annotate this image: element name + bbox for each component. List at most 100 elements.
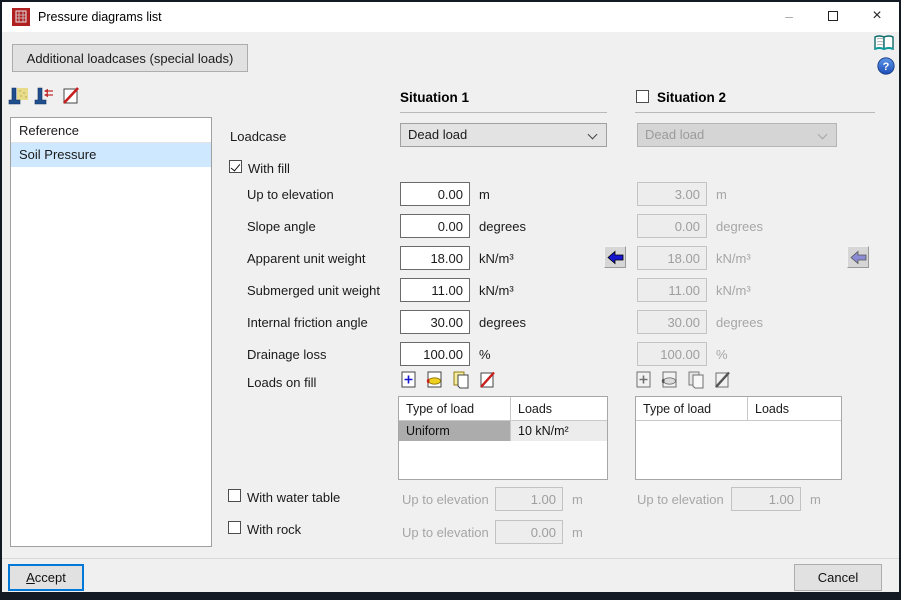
edit-icon-disabled xyxy=(661,371,679,389)
loadcase-label: Loadcase xyxy=(230,129,287,144)
submerged-unit-weight-label: Submerged unit weight xyxy=(247,283,380,298)
accept-button[interactable]: Accept xyxy=(8,564,84,591)
col-loads: Loads xyxy=(755,402,790,416)
accept-label: Accept xyxy=(26,570,66,585)
add-icon-disabled xyxy=(635,371,653,389)
title-bar: Pressure diagrams list – × xyxy=(2,2,899,32)
submerged-unit-weight-input-s1[interactable] xyxy=(400,278,470,302)
drainage-loss-label: Drainage loss xyxy=(247,347,327,362)
situation2-title: Situation 2 xyxy=(657,90,727,105)
wall-pressure-icon[interactable] xyxy=(34,86,56,106)
loads-table-s1: Type of load Loads Uniform 10 kN/m² xyxy=(398,396,608,480)
up-to-elevation-input-s2 xyxy=(637,182,707,206)
with-rock-checkbox[interactable] xyxy=(228,521,241,534)
up-to-elevation-unit-s2: m xyxy=(716,187,727,202)
cancel-button[interactable]: Cancel xyxy=(794,564,882,591)
loads-table-header: Type of load Loads xyxy=(636,397,841,421)
edit-icon[interactable] xyxy=(426,371,444,389)
internal-friction-angle-unit-s1: degrees xyxy=(479,315,526,330)
internal-friction-angle-unit-s2: degrees xyxy=(716,315,763,330)
up-to-elevation-input-s1[interactable] xyxy=(400,182,470,206)
slope-angle-label: Slope angle xyxy=(247,219,316,234)
with-fill-label: With fill xyxy=(248,161,290,176)
apparent-unit-weight-unit-s2: kN/m³ xyxy=(716,251,751,266)
maximize-button[interactable] xyxy=(811,2,855,32)
copy-from-right-button-s1[interactable] xyxy=(604,246,626,268)
col-type-of-load: Type of load xyxy=(399,397,511,420)
delete-icon-disabled xyxy=(713,371,731,389)
additional-loadcases-button[interactable]: Additional loadcases (special loads) xyxy=(12,44,248,72)
water-up-to-elevation-label-s1: Up to elevation xyxy=(402,492,489,507)
drainage-loss-unit-s2: % xyxy=(716,347,728,362)
with-rock-label: With rock xyxy=(247,522,302,537)
svg-text:?: ? xyxy=(883,61,890,73)
rock-up-to-elevation-unit-s1: m xyxy=(572,525,583,540)
chevron-down-icon xyxy=(817,129,828,140)
loadcase-value-s1: Dead load xyxy=(408,127,468,142)
footer-separator xyxy=(2,558,899,559)
apparent-unit-weight-label: Apparent unit weight xyxy=(247,251,366,266)
with-water-table-label: With water table xyxy=(247,490,341,505)
list-header-reference: Reference xyxy=(11,118,211,143)
situation1-title: Situation 1 xyxy=(400,90,470,105)
water-up-to-elevation-input-s1 xyxy=(495,487,563,511)
water-up-to-elevation-unit-s1: m xyxy=(572,492,583,507)
delete-icon[interactable] xyxy=(478,371,496,389)
internal-friction-angle-label: Internal friction angle xyxy=(247,315,368,330)
rock-up-to-elevation-input-s1 xyxy=(495,520,563,544)
table-row-uniform[interactable]: Uniform 10 kN/m² xyxy=(399,421,607,441)
drainage-loss-input-s1[interactable] xyxy=(400,342,470,366)
window-title: Pressure diagrams list xyxy=(38,10,162,24)
loads-table-header: Type of load Loads xyxy=(399,397,607,421)
up-to-elevation-unit-s1: m xyxy=(479,187,490,202)
loadcase-select-s1[interactable]: Dead load xyxy=(400,123,607,147)
situation2-checkbox[interactable] xyxy=(636,90,649,103)
drainage-loss-unit-s1: % xyxy=(479,347,491,362)
manual-book-icon[interactable] xyxy=(874,34,895,57)
internal-friction-angle-input-s1[interactable] xyxy=(400,310,470,334)
apparent-unit-weight-input-s2 xyxy=(637,246,707,270)
situation1-underline xyxy=(400,112,607,113)
app-icon xyxy=(12,8,30,26)
pressure-diagram-list: Reference Soil Pressure xyxy=(10,117,212,547)
loadcase-select-s2: Dead load xyxy=(637,123,837,147)
slope-angle-input-s2 xyxy=(637,214,707,238)
slope-angle-unit-s1: degrees xyxy=(479,219,526,234)
with-fill-checkbox[interactable] xyxy=(229,160,242,173)
internal-friction-angle-input-s2 xyxy=(637,310,707,334)
rock-up-to-elevation-label-s1: Up to elevation xyxy=(402,525,489,540)
loadcase-value-s2: Dead load xyxy=(645,127,705,142)
minimize-button[interactable]: – xyxy=(767,2,811,32)
chevron-down-icon xyxy=(587,129,598,140)
help-icon[interactable]: ? xyxy=(877,57,895,80)
drainage-loss-input-s2 xyxy=(637,342,707,366)
close-button[interactable]: × xyxy=(855,2,899,32)
list-item-soil-pressure[interactable]: Soil Pressure xyxy=(11,143,211,167)
col-type-of-load: Type of load xyxy=(636,397,748,420)
submerged-unit-weight-input-s2 xyxy=(637,278,707,302)
add-icon[interactable] xyxy=(400,371,418,389)
wall-fill-icon[interactable] xyxy=(8,86,30,106)
copy-icon-disabled xyxy=(687,371,705,389)
apparent-unit-weight-unit-s1: kN/m³ xyxy=(479,251,514,266)
water-up-to-elevation-label-s2: Up to elevation xyxy=(637,492,724,507)
submerged-unit-weight-unit-s2: kN/m³ xyxy=(716,283,751,298)
slope-angle-unit-s2: degrees xyxy=(716,219,763,234)
delete-diagram-icon[interactable] xyxy=(60,86,82,106)
copy-from-right-button-s2 xyxy=(847,246,869,268)
dialog-pressure-diagrams-list: Pressure diagrams list – × Additional lo… xyxy=(2,2,899,592)
cell-value: 10 kN/m² xyxy=(518,424,569,438)
water-up-to-elevation-input-s2 xyxy=(731,487,801,511)
situation2-underline xyxy=(635,112,875,113)
water-up-to-elevation-unit-s2: m xyxy=(810,492,821,507)
slope-angle-input-s1[interactable] xyxy=(400,214,470,238)
col-loads: Loads xyxy=(518,402,553,416)
with-water-table-checkbox[interactable] xyxy=(228,489,241,502)
loads-on-fill-label: Loads on fill xyxy=(247,375,317,390)
copy-icon[interactable] xyxy=(452,371,470,389)
up-to-elevation-label: Up to elevation xyxy=(247,187,334,202)
cell-type: Uniform xyxy=(399,421,511,441)
apparent-unit-weight-input-s1[interactable] xyxy=(400,246,470,270)
maximize-icon xyxy=(828,11,838,21)
submerged-unit-weight-unit-s1: kN/m³ xyxy=(479,283,514,298)
